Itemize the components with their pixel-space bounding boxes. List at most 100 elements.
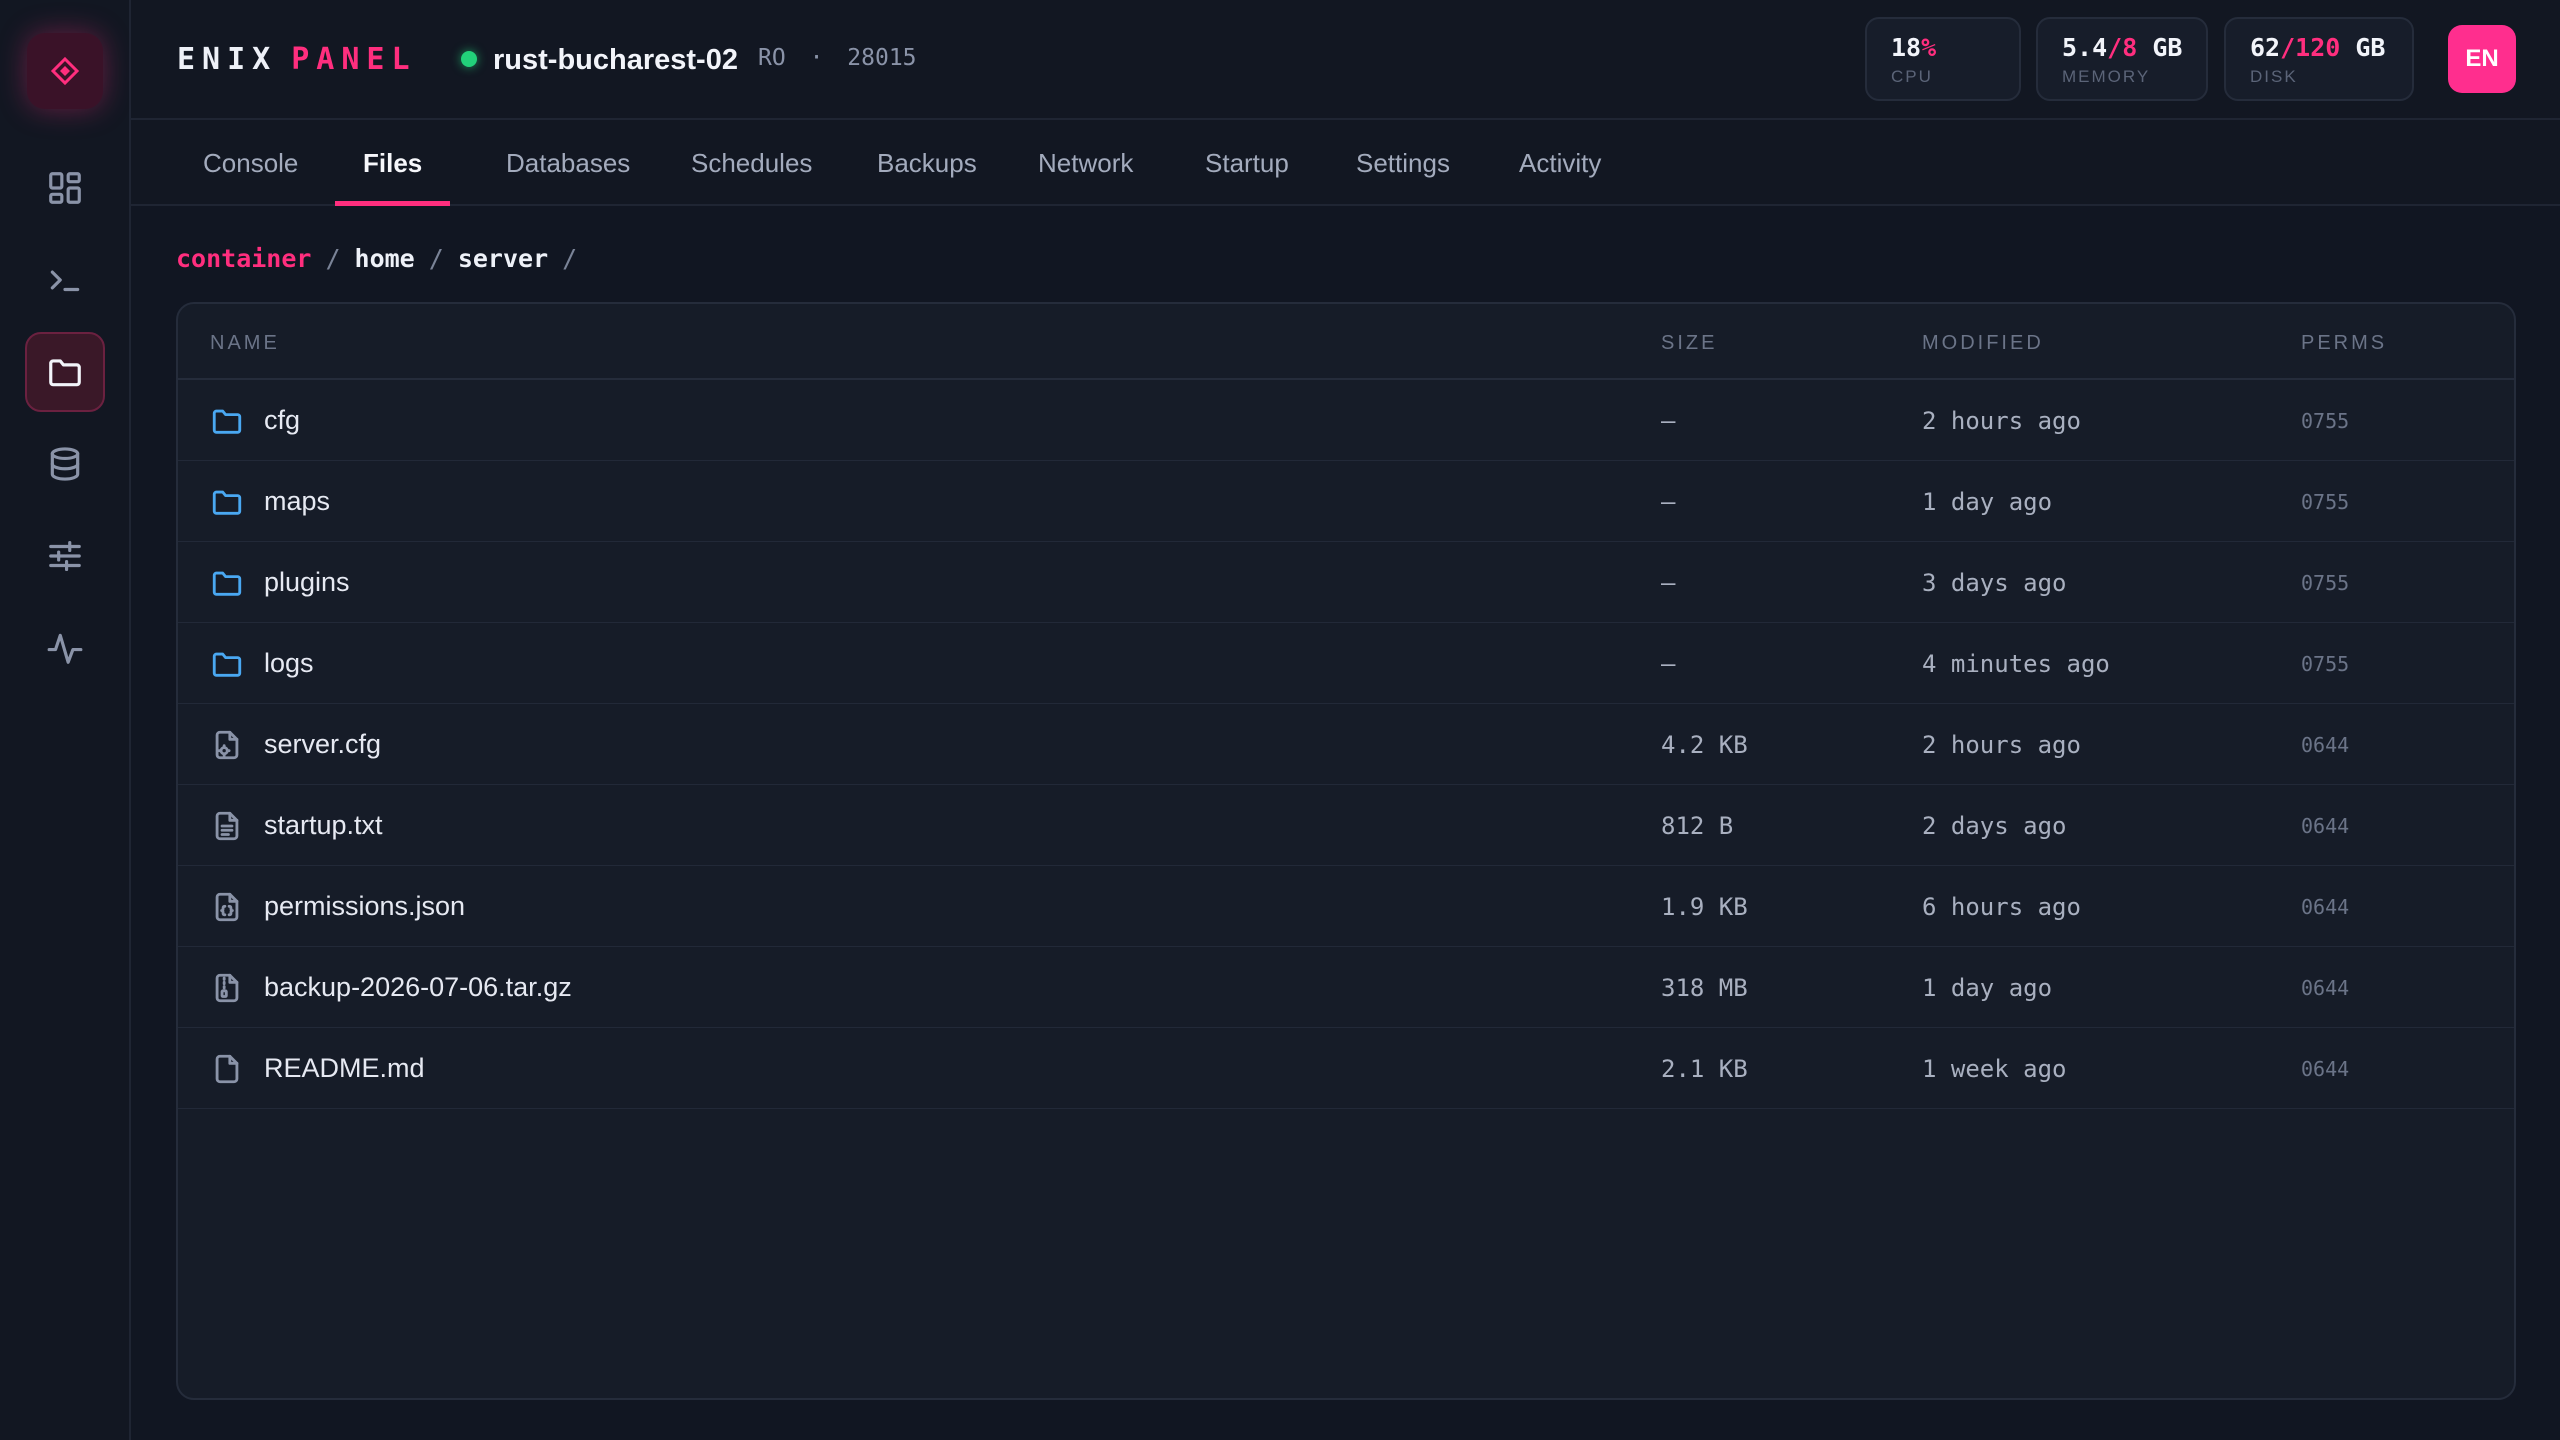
table-row[interactable]: server.cfg 4.2 KB 2 hours ago 0644 xyxy=(178,704,2514,785)
breadcrumb: container / home / server / xyxy=(176,244,591,273)
disk-stat-label: DISK xyxy=(2250,67,2298,86)
memory-used: 5.4 xyxy=(2062,33,2108,62)
table-row[interactable]: backup-2026-07-06.tar.gz 318 MB 1 day ago 0… xyxy=(178,947,2514,1028)
column-header-name[interactable]: NAME xyxy=(210,332,280,355)
database-icon xyxy=(50,447,80,481)
file-name[interactable]: startup.txt xyxy=(264,810,383,841)
file-perms: 0755 xyxy=(2301,571,2350,595)
app-logo[interactable] xyxy=(27,33,103,109)
folder-icon xyxy=(49,359,81,387)
text-file-icon xyxy=(210,809,244,843)
tab-databases[interactable]: Databases xyxy=(478,120,658,206)
tab-files[interactable]: Files xyxy=(335,120,451,206)
file-size: — xyxy=(1661,488,1676,516)
tab-backups[interactable]: Backups xyxy=(849,120,1005,206)
file-modified: 1 day ago xyxy=(1922,488,2053,516)
cpu-unit: % xyxy=(1921,33,1937,62)
file-name[interactable]: logs xyxy=(264,648,314,679)
file-perms: 0644 xyxy=(2301,895,2350,919)
server-name: rust-bucharest-02 xyxy=(493,44,738,76)
breadcrumb-separator: / xyxy=(562,244,578,273)
tab-bar: Console Files Databases Schedules Backup… xyxy=(131,120,2560,206)
file-name[interactable]: plugins xyxy=(264,567,350,598)
sidebar-item-settings[interactable] xyxy=(25,516,105,596)
table-row[interactable]: maps — 1 day ago 0755 xyxy=(178,461,2514,542)
brand-part-1: ENIX xyxy=(177,42,278,77)
breadcrumb-server[interactable]: server xyxy=(458,244,548,273)
tab-network[interactable]: Network xyxy=(1010,120,1161,206)
file-name[interactable]: server.cfg xyxy=(264,729,381,760)
file-modified: 2 days ago xyxy=(1922,812,2067,840)
logo-diamond-icon xyxy=(50,56,80,86)
folder-icon xyxy=(210,566,244,600)
file-name[interactable]: permissions.json xyxy=(264,891,465,922)
tab-settings[interactable]: Settings xyxy=(1328,120,1478,206)
file-name[interactable]: backup-2026-07-06.tar.gz xyxy=(264,972,572,1003)
sidebar-item-databases[interactable] xyxy=(25,424,105,504)
tab-schedules[interactable]: Schedules xyxy=(663,120,840,206)
language-button[interactable]: EN xyxy=(2448,25,2516,93)
table-row[interactable]: cfg — 2 hours ago 0755 xyxy=(178,380,2514,461)
cpu-stat-label: CPU xyxy=(1891,67,1933,86)
file-name[interactable]: README.md xyxy=(264,1053,425,1084)
cpu-value: 18 xyxy=(1891,33,1922,62)
file-modified: 6 hours ago xyxy=(1922,893,2081,921)
table-row[interactable]: README.md 2.1 KB 1 week ago 0644 xyxy=(178,1028,2514,1109)
dashboard-grid-icon xyxy=(49,172,81,204)
file-size: — xyxy=(1661,569,1676,597)
column-header-size[interactable]: SIZE xyxy=(1661,332,1717,355)
file-perms: 0755 xyxy=(2301,652,2350,676)
breadcrumb-root[interactable]: container xyxy=(176,244,311,273)
file-modified: 1 day ago xyxy=(1922,974,2053,1002)
file-perms: 0755 xyxy=(2301,409,2350,433)
sidebar xyxy=(0,0,131,1440)
column-header-modified[interactable]: MODIFIED xyxy=(1922,332,2044,355)
cpu-stat-value: 18% xyxy=(1891,33,1995,62)
file-perms: 0644 xyxy=(2301,1057,2350,1081)
brand-part-2: PANEL xyxy=(291,42,417,77)
file-size: 1.9 KB xyxy=(1661,893,1748,921)
sidebar-item-activity[interactable] xyxy=(25,608,105,688)
tab-activity[interactable]: Activity xyxy=(1491,120,1629,206)
table-row[interactable]: logs — 4 minutes ago 0755 xyxy=(178,623,2514,704)
sliders-icon xyxy=(49,540,81,572)
file-name[interactable]: maps xyxy=(264,486,330,517)
memory-unit: GB xyxy=(2137,33,2183,62)
column-header-perms[interactable]: PERMS xyxy=(2301,332,2387,355)
file-name[interactable]: cfg xyxy=(264,405,300,436)
file-size: 812 B xyxy=(1661,812,1734,840)
tab-console[interactable]: Console xyxy=(175,120,326,206)
brand-title: ENIX PANEL xyxy=(177,42,417,77)
file-modified: 2 hours ago xyxy=(1922,731,2081,759)
top-header: ENIX PANEL rust-bucharest-02 RO · 28015 1… xyxy=(131,0,2560,120)
file-size: — xyxy=(1661,407,1676,435)
memory-stat-label: MEMORY xyxy=(2062,67,2151,86)
file-size: 4.2 KB xyxy=(1661,731,1748,759)
disk-total: /120 xyxy=(2280,33,2341,62)
folder-icon xyxy=(210,404,244,438)
file-perms: 0644 xyxy=(2301,976,2350,1000)
server-region: RO xyxy=(758,45,786,71)
breadcrumb-home[interactable]: home xyxy=(355,244,415,273)
memory-total: /8 xyxy=(2107,33,2138,62)
folder-icon xyxy=(210,485,244,519)
table-row[interactable]: permissions.json 1.9 KB 6 hours ago 0644 xyxy=(178,866,2514,947)
activity-pulse-icon xyxy=(47,633,83,664)
sidebar-item-files[interactable] xyxy=(25,332,105,412)
file-table: NAME SIZE MODIFIED PERMS cfg — 2 hours ago… xyxy=(176,302,2516,1400)
file-modified: 1 week ago xyxy=(1922,1055,2067,1083)
meta-separator: · xyxy=(809,45,824,71)
memory-stat-card: 5.4/8 GB MEMORY xyxy=(2036,17,2208,101)
table-row[interactable]: startup.txt 812 B 2 days ago 0644 xyxy=(178,785,2514,866)
file-size: 318 MB xyxy=(1661,974,1748,1002)
file-perms: 0644 xyxy=(2301,814,2350,838)
config-file-icon xyxy=(210,728,244,762)
file-icon xyxy=(210,1052,244,1086)
file-modified: 4 minutes ago xyxy=(1922,650,2110,678)
disk-unit: GB xyxy=(2340,33,2386,62)
table-row[interactable]: plugins — 3 days ago 0755 xyxy=(178,542,2514,623)
tab-startup[interactable]: Startup xyxy=(1177,120,1317,206)
sidebar-item-dashboard[interactable] xyxy=(25,148,105,228)
breadcrumb-separator: / xyxy=(428,244,444,273)
sidebar-item-console[interactable] xyxy=(25,240,105,320)
